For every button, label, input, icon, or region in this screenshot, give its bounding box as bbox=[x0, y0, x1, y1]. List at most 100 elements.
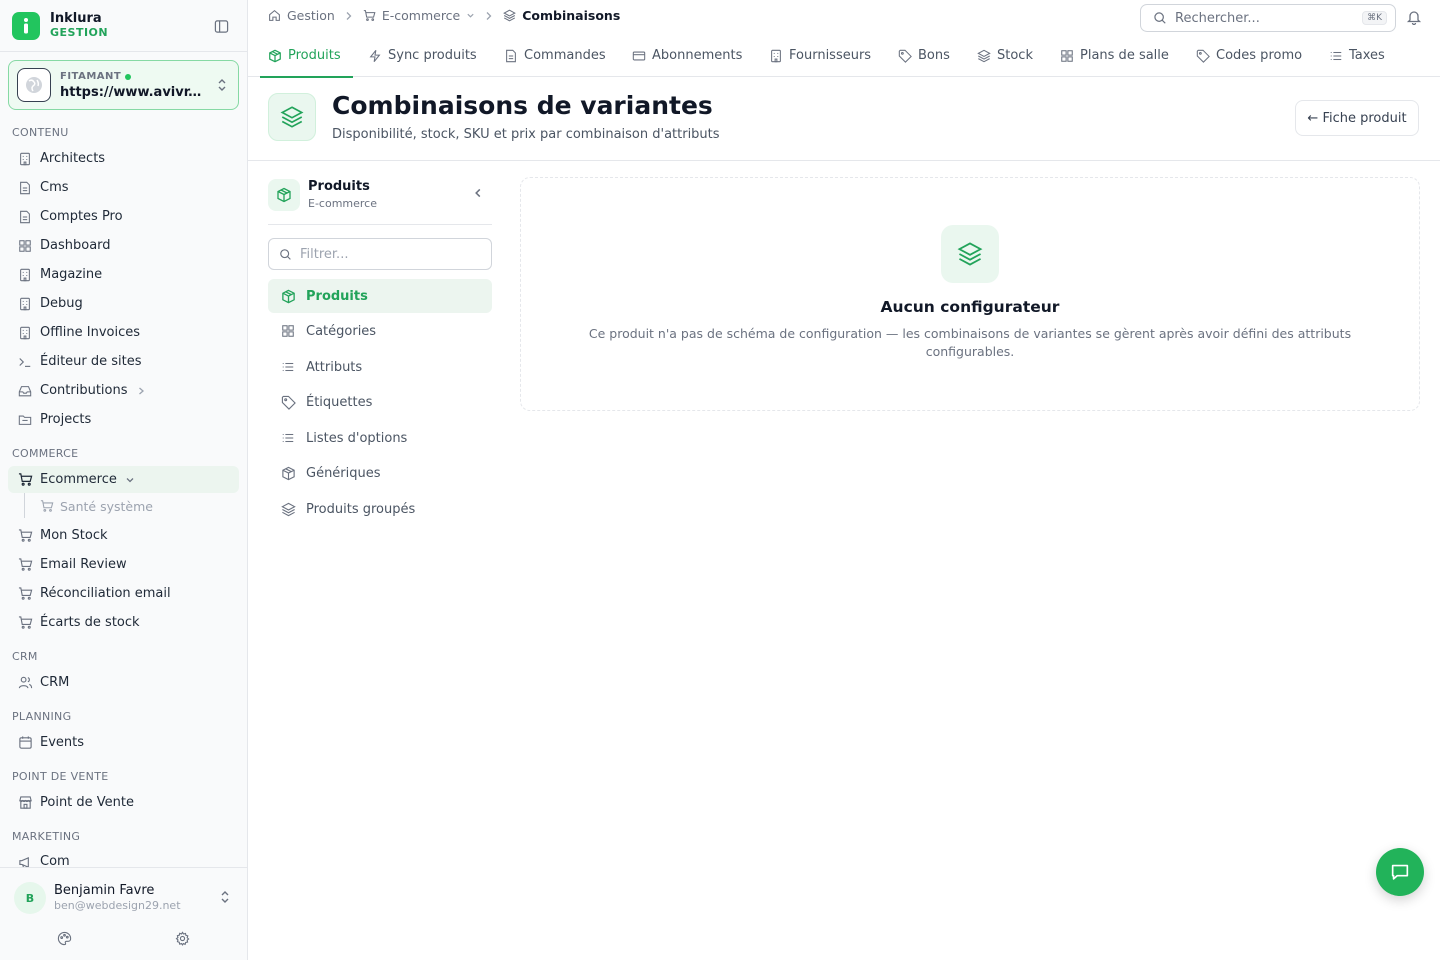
filter-field[interactable] bbox=[268, 238, 492, 270]
user-menu[interactable]: B Benjamin Favre ben@webdesign29.net bbox=[0, 867, 247, 960]
cart-icon bbox=[17, 615, 33, 631]
catalog-item-attributs[interactable]: Attributs bbox=[268, 350, 492, 384]
store-icon bbox=[17, 795, 33, 811]
catalog-item-categories[interactable]: Catégories bbox=[268, 314, 492, 348]
sidebar-item-architects[interactable]: Architects bbox=[8, 145, 239, 172]
tab-label: Stock bbox=[997, 48, 1033, 63]
breadcrumb-current-label: Combinaisons bbox=[522, 8, 621, 23]
sidebar-item-label: Events bbox=[40, 735, 85, 750]
sidebar-item-contributions[interactable]: Contributions bbox=[8, 377, 239, 404]
site-switcher[interactable]: FITAMANT https://www.avivr... bbox=[8, 60, 239, 110]
cart-icon bbox=[363, 9, 376, 22]
breadcrumb: Gestion E-commerce Combinaisons bbox=[268, 8, 620, 23]
sidebar-item-label: Dashboard bbox=[40, 238, 111, 253]
sidebar-item-label: Comptes Pro bbox=[40, 209, 123, 224]
sidebar-item-projects[interactable]: Projects bbox=[8, 406, 239, 433]
catalog-item-etiquettes[interactable]: Étiquettes bbox=[268, 385, 492, 419]
search-input[interactable]: Rechercher... ⌘K bbox=[1140, 4, 1396, 32]
chevron-down-icon bbox=[466, 11, 475, 20]
cart-icon bbox=[17, 586, 33, 602]
layers-icon bbox=[977, 49, 991, 63]
catalog-item-label: Attributs bbox=[306, 359, 363, 375]
breadcrumb-section[interactable]: E-commerce bbox=[363, 8, 475, 23]
page-header: Combinaisons de variantes Disponibilité,… bbox=[248, 77, 1440, 161]
tab-plans-de-salle[interactable]: Plans de salle bbox=[1060, 34, 1169, 77]
section-title-marketing: MARKETING bbox=[12, 830, 81, 843]
catalog-item-label: Étiquettes bbox=[306, 394, 373, 410]
sidebar-item-comptes-pro[interactable]: Comptes Pro bbox=[8, 203, 239, 230]
tab-label: Commandes bbox=[524, 48, 606, 63]
grid-icon bbox=[17, 238, 33, 254]
brand[interactable]: Inklura GESTION bbox=[12, 11, 236, 41]
tab-bons[interactable]: Bons bbox=[898, 34, 950, 77]
catalog-item-produits-groupes[interactable]: Produits groupés bbox=[268, 492, 492, 526]
sidebar-item-crm[interactable]: CRM bbox=[8, 669, 239, 696]
filter-input[interactable] bbox=[300, 246, 480, 262]
sidebar: Inklura GESTION FITAMANT https://www.avi… bbox=[0, 0, 248, 960]
sidebar-subitem-sante-systeme[interactable]: Santé système bbox=[40, 495, 153, 517]
tab-sync-produits[interactable]: Sync produits bbox=[368, 34, 477, 77]
catalog-item-generiques[interactable]: Génériques bbox=[268, 456, 492, 490]
sidebar-item-reconciliation-email[interactable]: Réconciliation email bbox=[8, 580, 239, 607]
folder-icon bbox=[17, 412, 33, 428]
tab-produits[interactable]: Produits bbox=[260, 34, 353, 78]
breadcrumb-section-label: E-commerce bbox=[381, 8, 461, 23]
search-placeholder: Rechercher... bbox=[1175, 10, 1260, 26]
tab-commandes[interactable]: Commandes bbox=[504, 34, 606, 77]
chevron-down-icon bbox=[125, 475, 135, 485]
sidebar-item-ecarts-de-stock[interactable]: Écarts de stock bbox=[8, 609, 239, 636]
bell-icon[interactable] bbox=[1406, 9, 1422, 29]
inbox-icon bbox=[17, 383, 33, 399]
sidebar-item-debug[interactable]: Debug bbox=[8, 290, 239, 317]
building-icon bbox=[17, 267, 33, 283]
sidebar-item-email-review[interactable]: Email Review bbox=[8, 551, 239, 578]
sidebar-item-label: Écarts de stock bbox=[40, 615, 140, 630]
sidebar-item-events[interactable]: Events bbox=[8, 729, 239, 756]
tab-codes-promo[interactable]: Codes promo bbox=[1196, 34, 1302, 77]
sidebar-item-editeur-de-sites[interactable]: Éditeur de sites bbox=[8, 348, 239, 375]
sidebar-item-label: Architects bbox=[40, 151, 106, 166]
grid-icon bbox=[1060, 49, 1074, 63]
gear-icon[interactable] bbox=[175, 931, 190, 950]
file-icon bbox=[504, 49, 518, 63]
page-subtitle: Disponibilité, stock, SKU et prix par co… bbox=[332, 127, 720, 142]
sidebar-item-label: Com bbox=[40, 854, 70, 867]
sidebar-item-com[interactable]: Com bbox=[8, 849, 239, 867]
megaphone-icon bbox=[17, 854, 33, 867]
tab-fournisseurs[interactable]: Fournisseurs bbox=[769, 34, 871, 77]
list-icon bbox=[1329, 49, 1343, 63]
tab-abonnements[interactable]: Abonnements bbox=[632, 34, 742, 77]
tab-taxes[interactable]: Taxes bbox=[1329, 34, 1385, 77]
sidebar-item-point-de-vente[interactable]: Point de Vente bbox=[8, 789, 239, 816]
sidebar-item-cms[interactable]: Cms bbox=[8, 174, 239, 201]
chevron-right-icon bbox=[345, 11, 353, 21]
sidebar-item-mon-stock[interactable]: Mon Stock bbox=[8, 522, 239, 549]
home-icon bbox=[268, 9, 281, 22]
back-to-product-button[interactable]: ← Fiche produit bbox=[1295, 100, 1419, 136]
sidebar-item-dashboard[interactable]: Dashboard bbox=[8, 232, 239, 259]
building-icon bbox=[17, 325, 33, 341]
sidebar-item-ecommerce[interactable]: Ecommerce bbox=[8, 466, 239, 493]
chat-button[interactable] bbox=[1376, 848, 1424, 896]
chevron-left-icon[interactable] bbox=[472, 187, 484, 203]
catalog-item-listes-d-options[interactable]: Listes d'options bbox=[268, 421, 492, 455]
section-title-crm: CRM bbox=[12, 650, 38, 663]
sidebar-item-offline-invoices[interactable]: Offline Invoices bbox=[8, 319, 239, 346]
section-title-contenu: CONTENU bbox=[12, 126, 69, 139]
chevron-right-icon bbox=[136, 386, 146, 396]
palette-icon[interactable] bbox=[57, 931, 72, 950]
tab-stock[interactable]: Stock bbox=[977, 34, 1033, 77]
section-title-planning: PLANNING bbox=[12, 710, 72, 723]
catalog-item-produits[interactable]: Produits bbox=[268, 279, 492, 313]
calendar-icon bbox=[17, 735, 33, 751]
sidebar-item-magazine[interactable]: Magazine bbox=[8, 261, 239, 288]
sidebar-toggle-icon[interactable] bbox=[212, 17, 230, 35]
status-dot bbox=[125, 74, 132, 80]
building-icon bbox=[769, 49, 783, 63]
chevron-updown-icon[interactable] bbox=[219, 890, 231, 908]
cart-icon bbox=[17, 528, 33, 544]
tab-label: Codes promo bbox=[1216, 48, 1303, 63]
site-label: FITAMANT bbox=[60, 71, 122, 82]
tab-label: Taxes bbox=[1349, 48, 1385, 63]
breadcrumb-home[interactable]: Gestion bbox=[268, 8, 335, 23]
